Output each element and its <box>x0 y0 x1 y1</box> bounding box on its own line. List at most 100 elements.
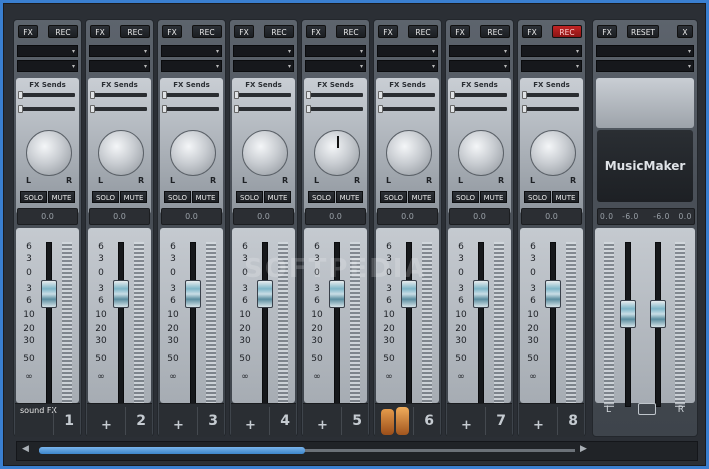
fx-send-slider-1[interactable] <box>378 91 435 99</box>
rec-button[interactable]: REC <box>264 25 294 38</box>
slider-handle[interactable] <box>378 105 383 113</box>
pan-knob[interactable] <box>98 130 144 176</box>
add-instrument-icon[interactable]: + <box>173 418 184 433</box>
rec-button[interactable]: REC <box>408 25 438 38</box>
solo-button[interactable]: SOLO <box>452 191 479 203</box>
volume-fader[interactable] <box>41 280 57 308</box>
input-dropdown[interactable]: ▾ <box>521 45 582 57</box>
mute-button[interactable]: MUTE <box>264 191 291 203</box>
input-dropdown[interactable]: ▾ <box>377 45 438 57</box>
horizontal-scrollbar[interactable]: ◀ ▶ <box>16 441 698 461</box>
slider-handle[interactable] <box>306 105 311 113</box>
solo-button[interactable]: SOLO <box>308 191 335 203</box>
slider-handle[interactable] <box>522 105 527 113</box>
rec-button[interactable]: REC <box>336 25 366 38</box>
fx-button[interactable]: FX <box>522 25 542 38</box>
fx-send-slider-2[interactable] <box>450 105 507 113</box>
slider-handle[interactable] <box>234 91 239 99</box>
output-dropdown[interactable]: ▾ <box>449 60 510 72</box>
master-dropdown-1[interactable]: ▾ <box>596 45 694 57</box>
fx-send-slider-2[interactable] <box>306 105 363 113</box>
rec-button[interactable]: REC <box>480 25 510 38</box>
output-dropdown[interactable]: ▾ <box>377 60 438 72</box>
pan-knob[interactable] <box>386 130 432 176</box>
input-dropdown[interactable]: ▾ <box>305 45 366 57</box>
add-instrument-icon[interactable]: + <box>317 418 328 433</box>
output-dropdown[interactable]: ▾ <box>17 60 78 72</box>
slider-handle[interactable] <box>234 105 239 113</box>
fx-send-slider-2[interactable] <box>18 105 75 113</box>
volume-fader[interactable] <box>401 280 417 308</box>
input-dropdown[interactable]: ▾ <box>161 45 222 57</box>
input-dropdown[interactable]: ▾ <box>449 45 510 57</box>
slider-handle[interactable] <box>162 91 167 99</box>
solo-button[interactable]: SOLO <box>164 191 191 203</box>
scroll-left-icon[interactable]: ◀ <box>22 444 29 454</box>
pan-knob[interactable] <box>458 130 504 176</box>
fx-button[interactable]: FX <box>162 25 182 38</box>
fx-button[interactable]: FX <box>378 25 398 38</box>
slider-handle[interactable] <box>306 91 311 99</box>
fx-button[interactable]: FX <box>90 25 110 38</box>
slider-handle[interactable] <box>522 91 527 99</box>
fx-send-slider-2[interactable] <box>234 105 291 113</box>
fx-button[interactable]: FX <box>18 25 38 38</box>
input-dropdown[interactable]: ▾ <box>17 45 78 57</box>
slider-handle[interactable] <box>18 105 23 113</box>
mute-button[interactable]: MUTE <box>48 191 75 203</box>
fx-send-slider-1[interactable] <box>306 91 363 99</box>
rec-button[interactable]: REC <box>552 25 582 38</box>
rec-button[interactable]: REC <box>192 25 222 38</box>
solo-button[interactable]: SOLO <box>236 191 263 203</box>
input-dropdown[interactable]: ▾ <box>89 45 150 57</box>
reset-button[interactable]: RESET <box>627 25 659 38</box>
volume-fader[interactable] <box>185 280 201 308</box>
output-dropdown[interactable]: ▾ <box>305 60 366 72</box>
slider-handle[interactable] <box>18 91 23 99</box>
fx-send-slider-2[interactable] <box>378 105 435 113</box>
add-instrument-icon[interactable]: + <box>533 418 544 433</box>
output-dropdown[interactable]: ▾ <box>161 60 222 72</box>
scroll-right-icon[interactable]: ▶ <box>580 444 587 454</box>
volume-fader[interactable] <box>473 280 489 308</box>
fx-send-slider-1[interactable] <box>450 91 507 99</box>
add-instrument-icon[interactable]: + <box>245 418 256 433</box>
fx-send-slider-2[interactable] <box>162 105 219 113</box>
output-dropdown[interactable]: ▾ <box>89 60 150 72</box>
pan-knob[interactable] <box>242 130 288 176</box>
link-icon[interactable] <box>638 403 656 415</box>
fx-send-slider-1[interactable] <box>18 91 75 99</box>
solo-button[interactable]: SOLO <box>524 191 551 203</box>
mute-button[interactable]: MUTE <box>408 191 435 203</box>
fx-send-slider-2[interactable] <box>90 105 147 113</box>
slider-handle[interactable] <box>378 91 383 99</box>
solo-button[interactable]: SOLO <box>380 191 407 203</box>
slider-handle[interactable] <box>450 91 455 99</box>
volume-fader[interactable] <box>113 280 129 308</box>
pan-knob[interactable] <box>530 130 576 176</box>
volume-fader[interactable] <box>545 280 561 308</box>
fx-send-slider-1[interactable] <box>90 91 147 99</box>
fx-send-slider-1[interactable] <box>162 91 219 99</box>
volume-fader[interactable] <box>329 280 345 308</box>
master-fader-left[interactable] <box>620 300 636 328</box>
fx-button[interactable]: FX <box>450 25 470 38</box>
pan-knob[interactable] <box>26 130 72 176</box>
fx-send-slider-1[interactable] <box>522 91 579 99</box>
slider-handle[interactable] <box>162 105 167 113</box>
master-fader-right[interactable] <box>650 300 666 328</box>
fx-send-slider-1[interactable] <box>234 91 291 99</box>
volume-fader[interactable] <box>257 280 273 308</box>
mute-button[interactable]: MUTE <box>192 191 219 203</box>
fx-button[interactable]: FX <box>234 25 254 38</box>
pan-knob[interactable] <box>170 130 216 176</box>
scroll-thumb[interactable] <box>39 447 305 454</box>
output-dropdown[interactable]: ▾ <box>233 60 294 72</box>
mute-button[interactable]: MUTE <box>552 191 579 203</box>
fx-send-slider-2[interactable] <box>522 105 579 113</box>
master-dropdown-2[interactable]: ▾ <box>596 60 694 72</box>
mute-button[interactable]: MUTE <box>480 191 507 203</box>
slider-handle[interactable] <box>90 105 95 113</box>
close-button[interactable]: X <box>677 25 693 38</box>
slider-handle[interactable] <box>90 91 95 99</box>
